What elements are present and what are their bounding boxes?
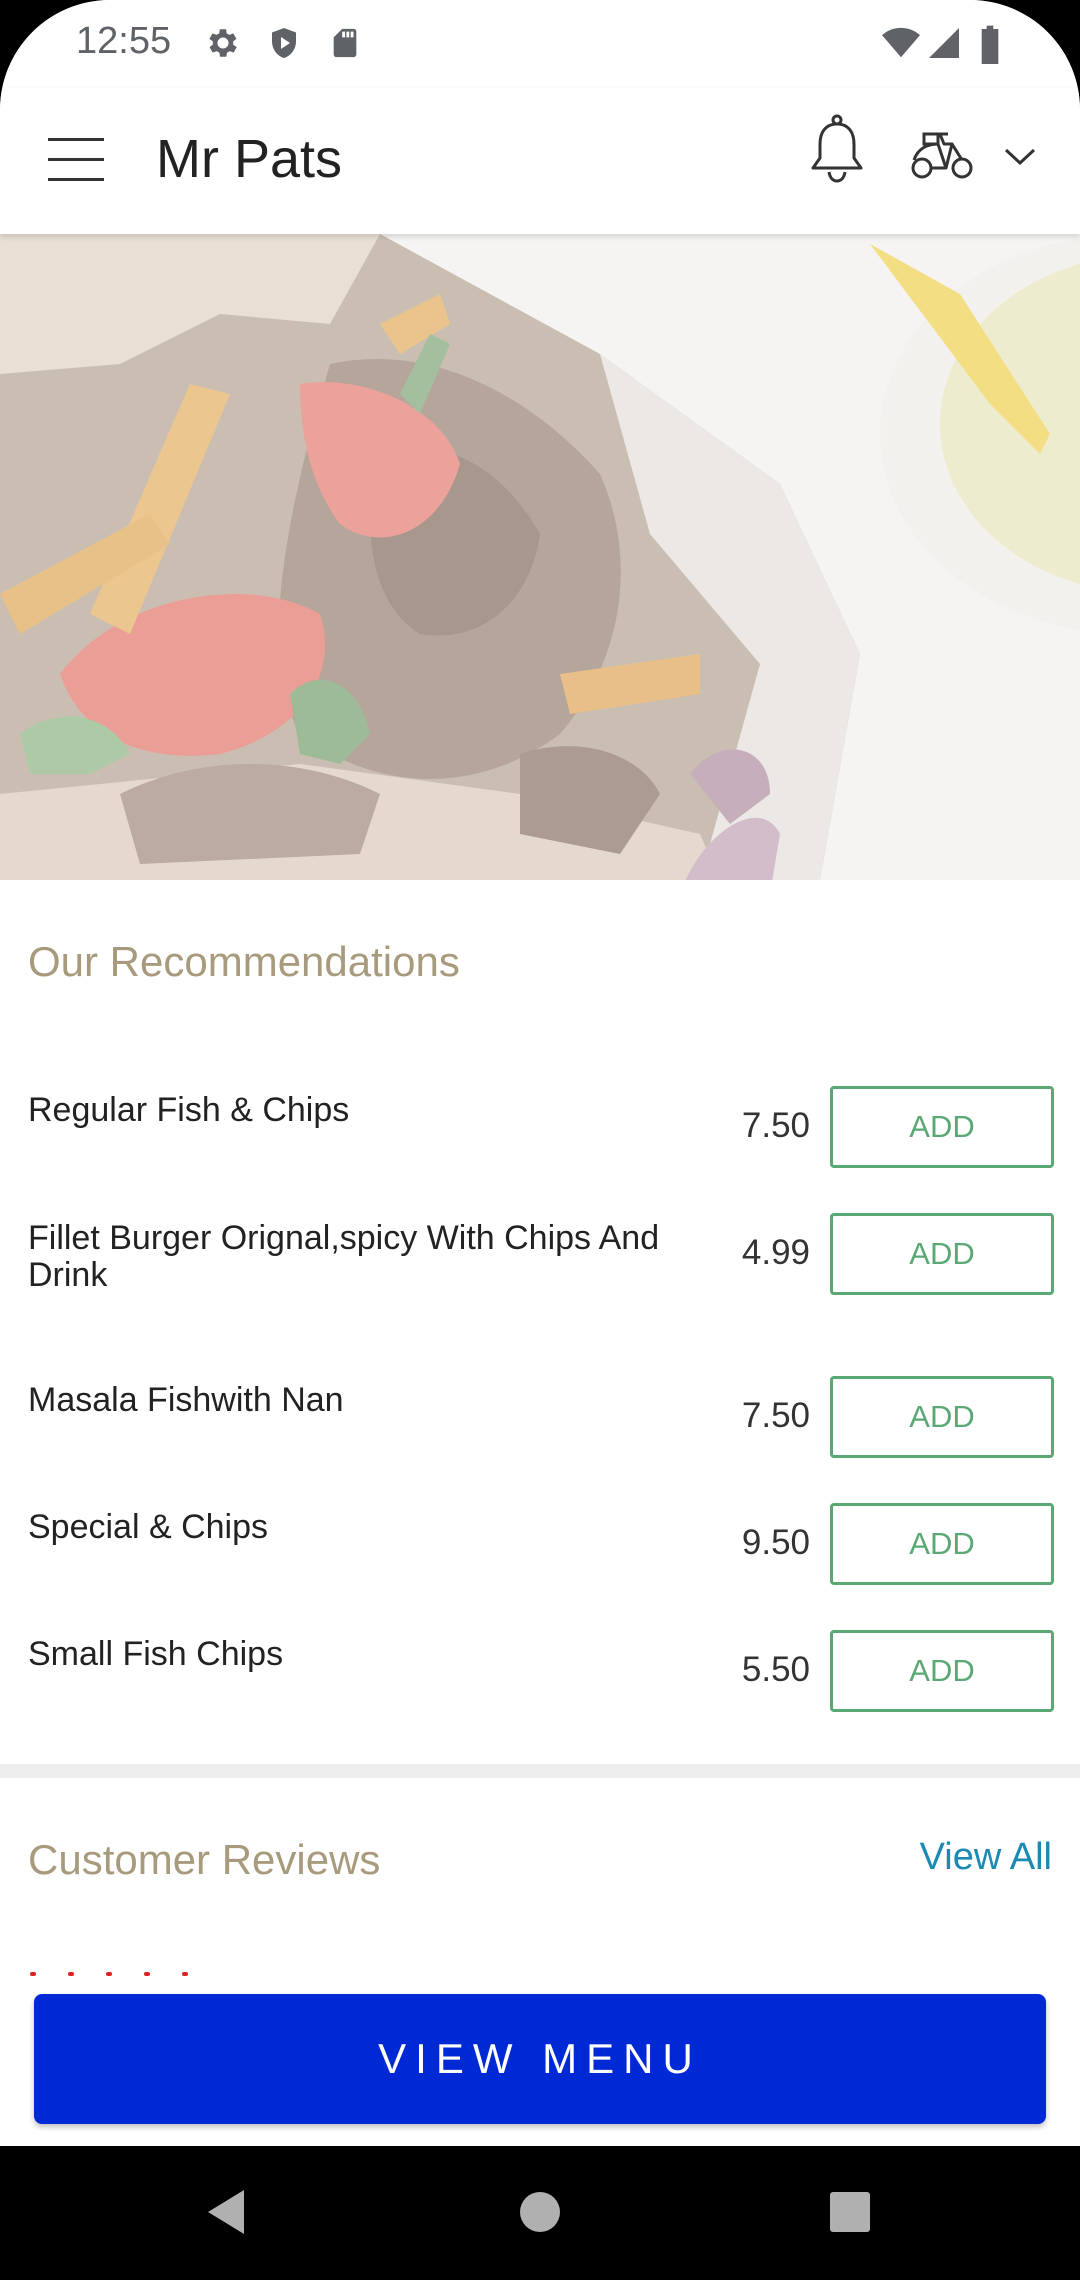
app-bar: Mr Pats	[0, 88, 1080, 234]
app-screen: 12:55 Mr Pats Our Recommendations Regula…	[0, 0, 1080, 2146]
item-name: Fillet Burger Orignal,spicy With Chips A…	[28, 1219, 660, 1294]
star-icon	[144, 1972, 150, 1976]
hero-food-image	[0, 234, 1080, 880]
star-icon	[30, 1972, 36, 1976]
reviews-title: Customer Reviews	[28, 1836, 381, 1883]
battery-icon	[978, 24, 1002, 69]
item-price: 9.50	[741, 1523, 810, 1562]
page-title: Mr Pats	[156, 129, 343, 189]
item-price: 5.50	[741, 1650, 810, 1689]
star-icon	[182, 1972, 188, 1976]
wifi-icon	[880, 24, 922, 67]
add-button[interactable]: ADD	[830, 1503, 1054, 1585]
scooter-icon[interactable]	[910, 130, 974, 180]
add-button[interactable]: ADD	[830, 1376, 1054, 1458]
item-price: 4.99	[741, 1233, 810, 1272]
home-icon[interactable]	[518, 2190, 562, 2239]
view-all-link[interactable]: View All	[900, 1836, 1052, 1879]
status-bar: 12:55	[0, 0, 1080, 88]
bell-icon[interactable]	[806, 114, 868, 184]
item-price: 7.50	[741, 1106, 810, 1145]
item-name: Special & Chips	[28, 1508, 269, 1546]
star-icon	[106, 1972, 112, 1976]
shield-icon	[266, 24, 302, 67]
add-button[interactable]: ADD	[830, 1213, 1054, 1295]
sd-card-icon	[328, 24, 362, 67]
item-name: Regular Fish & Chips	[28, 1091, 350, 1129]
system-nav-bar	[0, 2146, 1080, 2280]
add-button[interactable]: ADD	[830, 1630, 1054, 1712]
item-name: Small Fish Chips	[28, 1635, 284, 1673]
gear-icon	[204, 24, 242, 67]
menu-icon[interactable]	[48, 138, 104, 182]
item-name: Masala Fishwith Nan	[28, 1381, 344, 1419]
recents-icon[interactable]	[828, 2190, 872, 2239]
recommendations-title: Our Recommendations	[28, 938, 460, 985]
add-button[interactable]: ADD	[830, 1086, 1054, 1168]
item-price: 7.50	[741, 1396, 810, 1435]
star-icon	[68, 1972, 74, 1976]
view-menu-button[interactable]: VIEW MENU	[34, 1994, 1046, 2124]
rating-stars	[30, 1963, 220, 1976]
cell-signal-icon	[926, 24, 962, 67]
chevron-down-icon[interactable]	[1002, 144, 1038, 168]
status-time: 12:55	[76, 20, 172, 62]
back-icon[interactable]	[204, 2188, 248, 2241]
section-divider	[0, 1764, 1080, 1778]
